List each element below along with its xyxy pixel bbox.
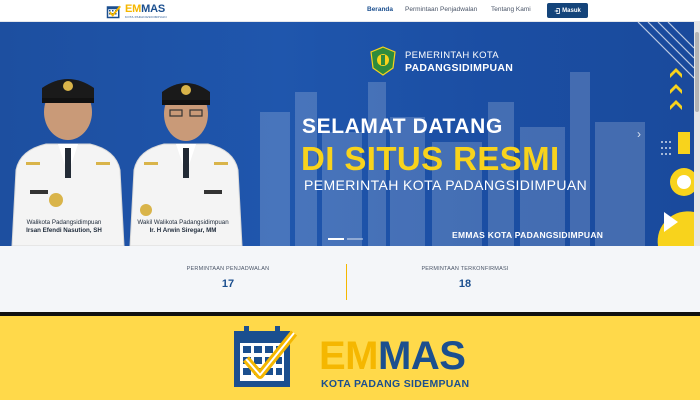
mayor-caption: Walikota Padangsidimpuan Irsan Efendi Na… [9, 219, 119, 236]
scrollbar-thumb[interactable] [695, 32, 699, 112]
login-button[interactable]: Masuk [547, 3, 588, 18]
gov-title-line2: PADANGSIDIMPUAN [405, 62, 514, 74]
stat-confirmed-requests: PERMINTAAN TERKONFIRMASI 18 [365, 266, 565, 290]
chevron-right-icon[interactable]: › [637, 127, 641, 141]
vice-mayor-caption: Wakil Walikota Padangsidimpuan Ir. H Arw… [129, 219, 237, 236]
calendar-check-icon [234, 326, 298, 387]
calendar-check-icon [106, 5, 121, 18]
band-em: EM [319, 334, 379, 378]
top-navbar: EMMAS KOTA PADANGSIDIMPUAN Beranda Permi… [0, 0, 700, 22]
vice-mayor-title: Wakil Walikota Padangsidimpuan [137, 219, 229, 226]
welcome-heading: SELAMAT DATANG [302, 115, 503, 138]
mayor-name: Irsan Efendi Nasution, SH [26, 227, 102, 235]
stat-scheduling-requests: PERMINTAAN PENJADWALAN 17 [128, 266, 328, 290]
stat-label: PERMINTAAN TERKONFIRMASI [421, 266, 509, 272]
welcome-subheading: PEMERINTAH KOTA PADANGSIDIMPUAN [304, 177, 588, 193]
hero-banner: PEMERINTAH KOTA PADANGSIDIMPUAN SELAMAT … [0, 22, 700, 246]
nav-permintaan-penjadwalan[interactable]: Permintaan Penjadwalan [405, 6, 477, 13]
brand-wordmark: EMMAS [125, 2, 167, 15]
stat-value: 18 [458, 278, 472, 290]
scrollbar[interactable] [694, 22, 700, 246]
nav-tentang-kami[interactable]: Tentang Kami [491, 6, 531, 13]
nav-beranda[interactable]: Beranda [367, 6, 393, 13]
carousel-indicators [328, 238, 363, 240]
band-mas: MAS [378, 334, 466, 378]
stat-label: PERMINTAAN PENJADWALAN [186, 266, 270, 272]
carousel-dot[interactable] [328, 238, 344, 240]
brand-em: EM [125, 2, 142, 15]
stat-value: 17 [221, 278, 235, 290]
mayor-title: Walikota Padangsidimpuan [26, 219, 102, 226]
vice-mayor-name: Ir. H Arwin Siregar, MM [149, 227, 217, 235]
hero-footer-label: EMMAS KOTA PADANGSIDIMPUAN [452, 230, 604, 240]
brand-subtitle: KOTA PADANGSIDIMPUAN [125, 14, 167, 19]
stats-section: PERMINTAAN PENJADWALAN 17 PERMINTAAN TER… [0, 246, 700, 312]
login-label: Masuk [562, 7, 581, 14]
geometric-decoration [637, 22, 694, 246]
mayor-photo [11, 79, 125, 246]
vice-mayor-photo [129, 83, 243, 246]
brand-mas: MAS [141, 2, 165, 15]
city-emblem-icon [370, 46, 396, 76]
band-wordmark: EMMAS [319, 334, 466, 378]
stat-divider [346, 264, 347, 300]
login-icon [554, 7, 560, 14]
carousel-dot[interactable] [347, 238, 363, 240]
welcome-highlight: DI SITUS RESMI [301, 140, 560, 177]
brand-logo[interactable]: EMMAS KOTA PADANGSIDIMPUAN [106, 2, 167, 20]
band-subtitle: KOTA PADANG SIDEMPUAN [321, 378, 470, 390]
gov-title-line1: PEMERINTAH KOTA [405, 50, 499, 61]
